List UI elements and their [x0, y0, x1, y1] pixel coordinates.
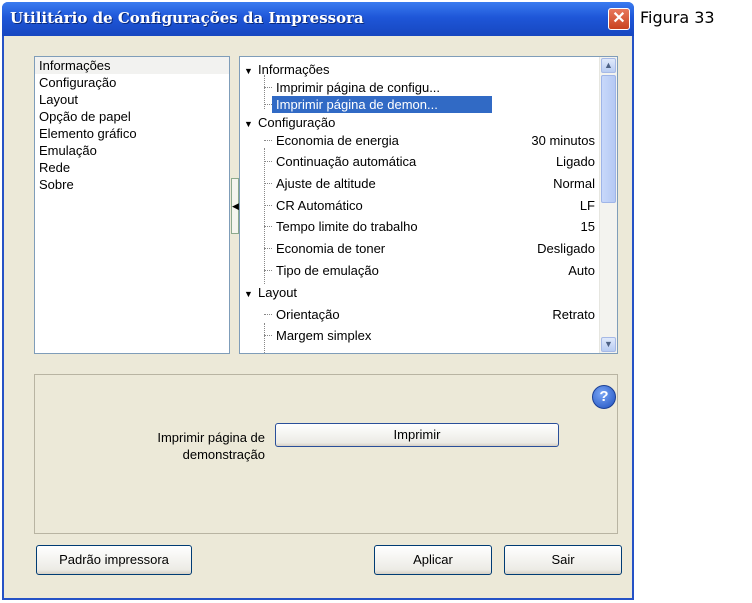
close-icon: ✕ — [612, 10, 626, 27]
tree-branch-line — [264, 161, 272, 162]
tree-branch-line — [264, 226, 272, 227]
tree-branch-line — [264, 248, 272, 249]
tree-group-label: Configuração — [258, 115, 336, 130]
setting-value: Desligado — [537, 241, 595, 256]
setting-label: Orientação — [276, 307, 340, 322]
expand-arrow-icon[interactable]: ▼ — [244, 63, 258, 80]
setting-value: Ligado — [555, 154, 595, 169]
settings-tree[interactable]: ▼ Informações Imprimir página de configu.… — [239, 56, 618, 354]
nav-item-sobre[interactable]: Sobre — [35, 176, 229, 193]
setting-label: Margem simplex — [276, 328, 372, 343]
printer-settings-window: Utilitário de Configurações da Impressor… — [2, 2, 634, 600]
setting-label: Economia de energia — [276, 133, 399, 148]
help-icon: ? — [599, 388, 609, 405]
tree-group-informacoes[interactable]: ▼ Informações — [244, 61, 330, 78]
tree-item-print-config-page[interactable]: Imprimir página de configu... — [264, 79, 599, 96]
setting-value: Normal — [553, 176, 595, 191]
nav-item-emulacao[interactable]: Emulação — [35, 142, 229, 159]
setting-value: Auto — [568, 263, 595, 278]
tree-group-label: Layout — [258, 285, 298, 300]
expand-arrow-icon[interactable]: ▼ — [244, 116, 258, 133]
detail-panel: ? Imprimir página de demonstração Imprim… — [34, 374, 618, 534]
scroll-down-icon: ▼ — [604, 339, 613, 349]
window-title: Utilitário de Configurações da Impressor… — [10, 9, 364, 27]
tree-item-label: Imprimir página de configu... — [276, 80, 441, 95]
nav-item-configuracao[interactable]: Configuração — [35, 74, 229, 91]
setting-label: CR Automático — [276, 198, 363, 213]
nav-item-rede[interactable]: Rede — [35, 159, 229, 176]
tree-item-label: Imprimir página de demon... — [272, 96, 492, 113]
tree-branch-line — [264, 140, 272, 141]
nav-item-elemento-grafico[interactable]: Elemento gráfico — [35, 125, 229, 142]
help-button[interactable]: ? — [592, 385, 616, 409]
setting-label: Economia de toner — [276, 241, 386, 256]
category-list[interactable]: Informações Configuração Layout Opção de… — [34, 56, 230, 354]
tree-branch-line — [264, 104, 272, 105]
print-button[interactable]: Imprimir — [275, 423, 559, 447]
setting-margem-simplex[interactable]: Margem simplex — [264, 327, 599, 344]
detail-label: Imprimir página de demonstração — [157, 430, 265, 462]
setting-cr-automatico[interactable]: CR Automático LF — [264, 197, 599, 214]
exit-button[interactable]: Sair — [504, 545, 622, 575]
scroll-down-button[interactable]: ▼ — [601, 337, 616, 352]
setting-value: 15 — [580, 219, 595, 234]
nav-item-opcao-de-papel[interactable]: Opção de papel — [35, 108, 229, 125]
tree-item-print-demo-page[interactable]: Imprimir página de demon... — [264, 96, 599, 113]
pane-collapse-handle[interactable]: ◀ — [231, 178, 239, 234]
setting-orientacao[interactable]: Orientação Retrato — [264, 306, 599, 323]
setting-continuacao-automatica[interactable]: Continuação automática Ligado — [264, 153, 599, 170]
printer-default-button[interactable]: Padrão impressora — [36, 545, 192, 575]
setting-tipo-de-emulacao[interactable]: Tipo de emulação Auto — [264, 262, 599, 279]
setting-economia-de-energia[interactable]: Economia de energia 30 minutos — [264, 132, 599, 149]
setting-label: Continuação automática — [276, 154, 417, 169]
setting-label: Tempo limite do trabalho — [276, 219, 418, 234]
apply-button[interactable]: Aplicar — [374, 545, 492, 575]
setting-label: Tipo de emulação — [276, 263, 379, 278]
nav-item-informacoes[interactable]: Informações — [35, 57, 229, 74]
tree-branch-line — [264, 183, 272, 184]
collapse-arrow-icon: ◀ — [232, 201, 239, 211]
setting-economia-de-toner[interactable]: Economia de toner Desligado — [264, 240, 599, 257]
figure-label: Figura 33 — [640, 8, 715, 27]
tree-branch-line — [264, 270, 272, 271]
tree-branch-line — [264, 335, 272, 336]
scroll-up-button[interactable]: ▲ — [601, 58, 616, 73]
tree-group-label: Informações — [258, 62, 330, 77]
setting-value: Retrato — [552, 307, 595, 322]
tree-branch-line — [264, 314, 272, 315]
tree-branch-line — [264, 87, 272, 88]
setting-tempo-limite-do-trabalho[interactable]: Tempo limite do trabalho 15 — [264, 218, 599, 235]
scroll-thumb[interactable] — [601, 75, 616, 203]
setting-label: Ajuste de altitude — [276, 176, 376, 191]
scroll-up-icon: ▲ — [604, 60, 613, 70]
tree-group-layout[interactable]: ▼ Layout — [244, 284, 297, 301]
tree-branch-line — [264, 205, 272, 206]
setting-value: 30 minutos — [531, 133, 595, 148]
nav-item-layout[interactable]: Layout — [35, 91, 229, 108]
expand-arrow-icon[interactable]: ▼ — [244, 286, 258, 303]
close-button[interactable]: ✕ — [608, 8, 630, 30]
setting-value: LF — [579, 198, 595, 213]
tree-scrollbar[interactable]: ▲ ▼ — [599, 57, 617, 353]
tree-group-configuracao[interactable]: ▼ Configuração — [244, 114, 335, 131]
title-bar: Utilitário de Configurações da Impressor… — [2, 2, 634, 36]
setting-ajuste-de-altitude[interactable]: Ajuste de altitude Normal — [264, 175, 599, 192]
